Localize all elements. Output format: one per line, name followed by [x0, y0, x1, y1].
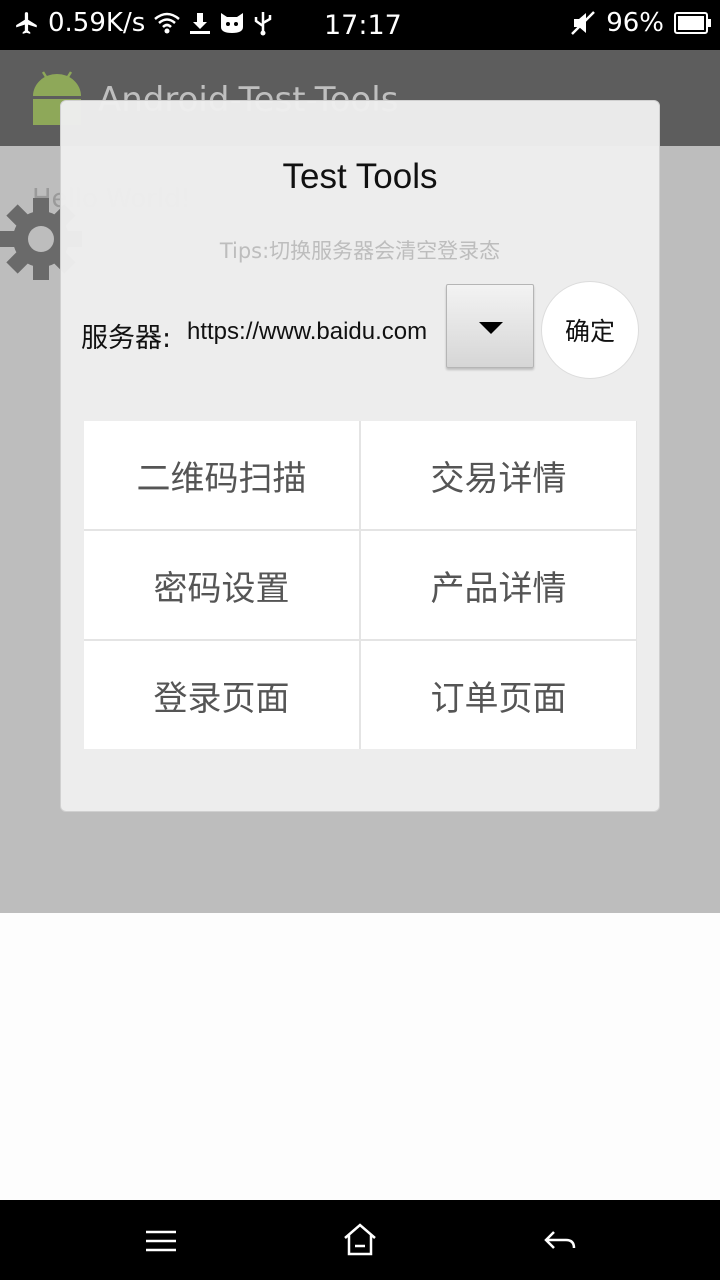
tips-text: Tips:切换服务器会清空登录态 — [219, 239, 501, 263]
status-bar: 0.59K/s 17:17 96% — [0, 0, 720, 50]
back-icon[interactable] — [542, 1220, 578, 1264]
transaction-detail-button[interactable]: 交易详情 — [361, 421, 636, 529]
wifi-icon — [153, 11, 181, 35]
login-page-button[interactable]: 登录页面 — [84, 641, 359, 749]
net-speed: 0.59K/s — [48, 8, 146, 38]
chevron-down-icon — [479, 322, 503, 334]
product-detail-button[interactable]: 产品详情 — [361, 531, 636, 639]
server-dropdown-button[interactable] — [446, 284, 534, 368]
server-value: https://www.baidu.com — [187, 318, 428, 345]
menu-icon[interactable] — [144, 1220, 178, 1264]
cat-icon — [219, 11, 245, 35]
battery-percent: 96% — [606, 8, 664, 38]
server-label: 服务器: — [81, 323, 172, 354]
order-page-button[interactable]: 订单页面 — [361, 641, 636, 749]
qr-scan-button[interactable]: 二维码扫描 — [84, 421, 359, 529]
test-tools-dialog: Test Tools Tips:切换服务器会清空登录态 服务器: https:/… — [60, 100, 660, 812]
tools-grid: 二维码扫描 交易详情 密码设置 产品详情 登录页面 订单页面 — [84, 421, 637, 749]
download-icon — [189, 11, 211, 35]
usb-icon — [253, 10, 273, 36]
dialog-title: Test Tools — [282, 157, 438, 196]
battery-icon — [674, 12, 712, 34]
clock: 17:17 — [324, 10, 402, 41]
password-settings-button[interactable]: 密码设置 — [84, 531, 359, 639]
home-icon[interactable] — [342, 1220, 378, 1264]
confirm-button[interactable]: 确定 — [541, 281, 639, 379]
mute-icon — [570, 10, 596, 36]
navigation-bar — [0, 1200, 720, 1280]
airplane-icon — [14, 10, 40, 36]
